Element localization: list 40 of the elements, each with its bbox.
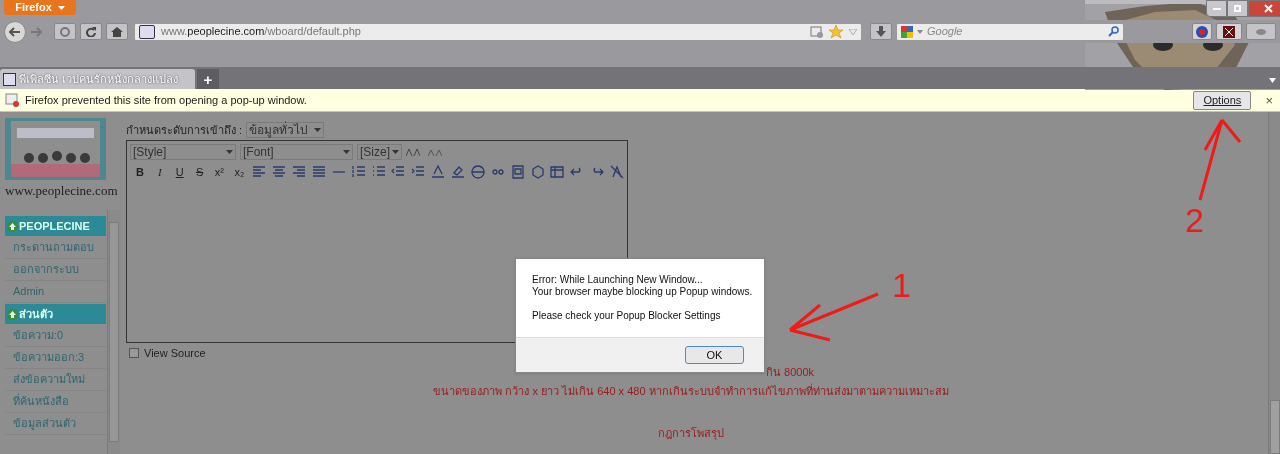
menu-item[interactable]: ออกจากระบบ bbox=[5, 259, 106, 281]
menu-item[interactable]: ข้อความ:0 bbox=[5, 325, 106, 347]
menu-item[interactable]: ส่งข้อความใหม่ bbox=[5, 369, 106, 391]
menu-item[interactable]: Admin bbox=[5, 281, 106, 303]
format-button[interactable]: I bbox=[152, 163, 167, 181]
annotation-number: 2 bbox=[1185, 203, 1204, 237]
url-text: www.peoplecine.com/wboard/default.php bbox=[161, 24, 361, 40]
new-tab-button[interactable]: + bbox=[197, 69, 219, 89]
menu-header[interactable]: ส่วนตัว bbox=[5, 304, 106, 324]
menu-item[interactable]: กระดานถามตอบ bbox=[5, 237, 106, 259]
dropdown[interactable]: [Size] bbox=[357, 144, 402, 160]
menu-item[interactable]: ข้อความออก:3 bbox=[5, 347, 106, 369]
annotation-number: 1 bbox=[892, 268, 911, 302]
note-text: กฎการโพสรุป bbox=[658, 427, 724, 439]
notification-message: Firefox prevented this site from opening a pop-up window. bbox=[25, 92, 307, 108]
access-label: กำหนดระดับการเข้าถึง : bbox=[126, 123, 243, 137]
menu-item[interactable]: ข้อมูลส่วนตัว bbox=[5, 413, 106, 435]
format-button[interactable]: S bbox=[192, 163, 207, 181]
address-bar[interactable]: www.peoplecine.com/wboard/default.php bbox=[134, 22, 862, 41]
note-text: กิน 8000k bbox=[766, 366, 815, 378]
menu-item[interactable]: ที่ค้นหนังสือ bbox=[5, 391, 106, 413]
options-button[interactable]: Options bbox=[1193, 90, 1252, 110]
search-field[interactable]: Google bbox=[896, 22, 1124, 41]
ok-button[interactable]: OK bbox=[685, 346, 744, 364]
site-url-text: www.peoplecine.com bbox=[5, 183, 119, 199]
format-button[interactable]: U bbox=[172, 163, 187, 181]
note-text: ขนาดของภาพ กว้าง x ยาว ไม่เกิน 640 x 480 หากเกินระบบจำทำการแก้ไขภาพที่ท่านส่งมาตามความเหมาะสม bbox=[433, 385, 949, 397]
format-button[interactable]: B bbox=[133, 163, 147, 181]
firefox-menu-button[interactable]: Firefox bbox=[4, 0, 76, 15]
dropdown[interactable]: [Style] bbox=[130, 144, 236, 160]
checkbox-label: View Source bbox=[144, 345, 206, 361]
dialog-text: Please check your Popup Blocker Settings bbox=[532, 310, 722, 322]
close-button[interactable]: × bbox=[1263, 93, 1275, 107]
dialog-text: Error: While Launching New Window... bbox=[532, 274, 704, 286]
format-button[interactable]: x² bbox=[212, 163, 227, 181]
search-input[interactable]: Google bbox=[927, 23, 1104, 40]
format-button[interactable]: x₂ bbox=[232, 163, 247, 181]
menu-header[interactable]: PEOPLECINE bbox=[5, 216, 106, 236]
dropdown[interactable]: [Font] bbox=[240, 144, 353, 160]
dropdown[interactable]: ข้อมูลทั่วไป bbox=[246, 122, 325, 138]
